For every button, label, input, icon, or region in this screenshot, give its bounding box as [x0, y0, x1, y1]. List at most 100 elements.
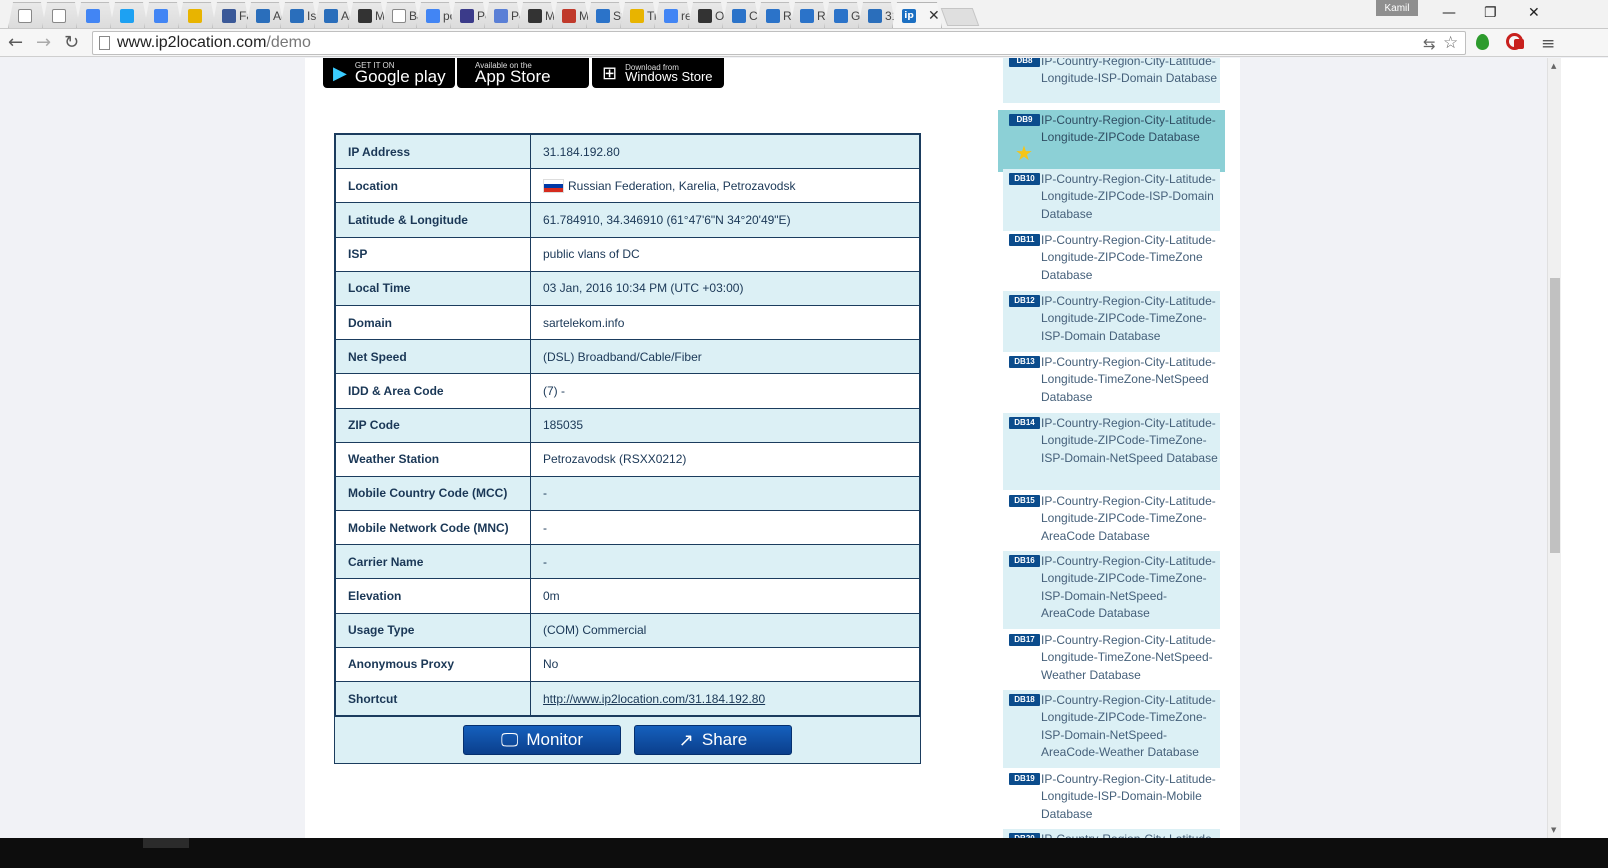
taskbar-tile[interactable] [143, 838, 189, 848]
app-store-badge[interactable]: Available on the App Store [457, 58, 589, 88]
browser-tab[interactable]: Fac [212, 2, 250, 28]
extension-leaf-icon[interactable] [1476, 34, 1489, 50]
database-item[interactable]: DB8 IP-Country-Region-City-Latitude-Longi… [1003, 58, 1220, 103]
database-item[interactable]: DB13 IP-Country-Region-City-Latitude-Long… [1003, 352, 1220, 412]
browser-tab[interactable] [42, 2, 80, 28]
page-icon [52, 9, 66, 23]
scroll-down-icon[interactable]: ▼ [1551, 826, 1556, 834]
browser-tab[interactable]: Tro [620, 2, 658, 28]
browser-tab[interactable]: Rec [790, 2, 828, 28]
flag-icon [324, 9, 338, 23]
bird-icon [120, 9, 134, 23]
database-item[interactable]: DB19 IP-Country-Region-City-Latitude-Long… [1003, 769, 1220, 829]
browser-tab[interactable]: pov [416, 2, 454, 28]
back-button[interactable]: ← [8, 32, 23, 54]
database-label: IP-Country-Region-City-Latitude-Longitud… [1041, 554, 1216, 621]
browser-tab[interactable]: Ma [518, 2, 556, 28]
result-actions: 🖵 Monitor ↗ Share [335, 716, 920, 764]
table-row: Elevation 0m [335, 578, 920, 614]
browser-tab[interactable]: 31. [858, 2, 896, 28]
row-label: Mobile Country Code (MCC) [335, 475, 531, 512]
table-row: Anonymous Proxy No [335, 646, 920, 683]
monitor-button[interactable]: 🖵 Monitor [463, 725, 621, 756]
browser-tab[interactable]: IsD [280, 2, 318, 28]
row-value: Russian Federation, Karelia, Petrozavods… [568, 178, 796, 193]
database-item[interactable]: DB14 IP-Country-Region-City-Latitude-Long… [1003, 413, 1220, 490]
row-label: Latitude & Longitude [335, 202, 531, 238]
table-row: Location Russian Federation, Karelia, Pet… [335, 168, 920, 204]
database-item[interactable]: DB9 IP-Country-Region-City-Latitude-Longi… [998, 110, 1225, 172]
database-item[interactable]: DB11 IP-Country-Region-City-Latitude-Long… [1003, 230, 1220, 290]
row-value-cell: sartelekom.info [530, 304, 920, 341]
windows-icon [732, 9, 746, 23]
browser-tab[interactable]: Ma [552, 2, 590, 28]
database-item[interactable]: DB16 IP-Country-Region-City-Latitude-Long… [1003, 551, 1220, 629]
database-item[interactable]: DB20IP-Country-Region-City-Latitude- [1003, 829, 1220, 838]
browser-tab[interactable]: Get [824, 2, 862, 28]
database-code-badge: DB19 [1009, 773, 1040, 785]
adjacent-window-edge [1561, 58, 1608, 838]
minimize-button[interactable]: — [1442, 5, 1456, 21]
browser-tab[interactable]: Rec [756, 2, 794, 28]
google-play-badge[interactable]: ▶ GET IT ON Google play [323, 58, 455, 88]
database-item[interactable]: DB18 IP-Country-Region-City-Latitude-Long… [1003, 690, 1220, 768]
browser-tab[interactable]: Ant [314, 2, 352, 28]
browser-tab[interactable] [76, 2, 114, 28]
browser-tab[interactable]: Off [688, 2, 726, 28]
windows-store-badge[interactable]: ⊞ Download from Windows Store [592, 58, 724, 88]
scroll-up-icon[interactable]: ▲ [1551, 62, 1556, 70]
row-value-cell: 31.184.192.80 [530, 133, 920, 170]
row-value: Petrozavodsk (RSXX0212) [543, 452, 687, 467]
browser-tab[interactable]: Ant [246, 2, 284, 28]
database-label: IP-Country-Region-City-Latitude-Longitud… [1041, 113, 1216, 145]
restore-button[interactable]: ❐ [1484, 5, 1497, 21]
browser-tab[interactable]: Sys [586, 2, 624, 28]
forward-button[interactable]: → [36, 32, 51, 54]
store-big-text: Windows Store [625, 68, 713, 84]
bookmark-star-icon[interactable]: ☆ [1443, 33, 1458, 53]
reload-button[interactable]: ↻ [64, 32, 79, 54]
browser-tab[interactable]: Po [450, 2, 488, 28]
table-row: Local Time 03 Jan, 2016 10:34 PM (UTC +03… [335, 270, 920, 306]
share-button[interactable]: ↗ Share [634, 725, 792, 756]
new-tab-button[interactable] [940, 8, 980, 26]
database-item[interactable]: DB17 IP-Country-Region-City-Latitude-Long… [1003, 630, 1220, 690]
database-label: IP-Country-Region-City-Latitude-Longitud… [1041, 58, 1218, 86]
shortcut-link[interactable]: http://www.ip2location.com/31.184.192.80 [543, 692, 765, 706]
scroll-thumb[interactable] [1550, 278, 1560, 553]
browser-tab[interactable] [110, 2, 148, 28]
profile-button[interactable]: Kamil [1376, 0, 1418, 16]
database-item[interactable]: DB12 IP-Country-Region-City-Latitude-Long… [1003, 291, 1220, 352]
ip2location-icon: ip [902, 9, 916, 23]
database-code-badge: DB9 [1009, 114, 1040, 126]
browser-tab-active[interactable]: ip ✕ [892, 2, 942, 28]
browser-tab[interactable]: reg [654, 2, 692, 28]
menu-icon[interactable]: ≡ [1541, 34, 1555, 54]
row-value: 0m [543, 589, 560, 604]
page-scrollbar[interactable]: ▲ ▼ [1547, 58, 1561, 838]
browser-tab[interactable] [178, 2, 216, 28]
database-code-badge: DB14 [1009, 417, 1040, 429]
table-row: Weather Station Petrozavodsk (RSXX0212) [335, 441, 920, 477]
browser-tab[interactable]: CLS [722, 2, 760, 28]
browser-tab[interactable] [144, 2, 182, 28]
database-item[interactable]: DB10 IP-Country-Region-City-Latitude-Long… [1003, 169, 1220, 231]
database-item[interactable]: DB15 IP-Country-Region-City-Latitude-Long… [1003, 491, 1220, 551]
m-icon [562, 9, 576, 23]
windows-icon [800, 9, 814, 23]
browser-tab[interactable]: Pov [484, 2, 522, 28]
browser-tab[interactable] [8, 2, 46, 28]
table-row: ZIP Code 185035 [335, 407, 920, 443]
translate-icon[interactable]: ⇆ [1423, 35, 1436, 53]
ip-result-box: IP Address 31.184.192.80 Location Russian F… [334, 133, 921, 765]
check-icon [188, 9, 202, 23]
table-row: Mobile Network Code (MNC) - [335, 510, 920, 546]
browser-tab[interactable]: Bar [382, 2, 420, 28]
row-value-cell: Russian Federation, Karelia, Petrozavods… [530, 168, 920, 204]
address-bar[interactable]: www.ip2location.com/demo ⇆ ☆ [92, 31, 1466, 55]
browser-tab[interactable]: Ma [348, 2, 386, 28]
windows-icon [596, 9, 610, 23]
close-tab-icon[interactable]: ✕ [928, 8, 940, 24]
close-window-button[interactable]: ✕ [1528, 5, 1540, 21]
square-icon [460, 9, 474, 23]
